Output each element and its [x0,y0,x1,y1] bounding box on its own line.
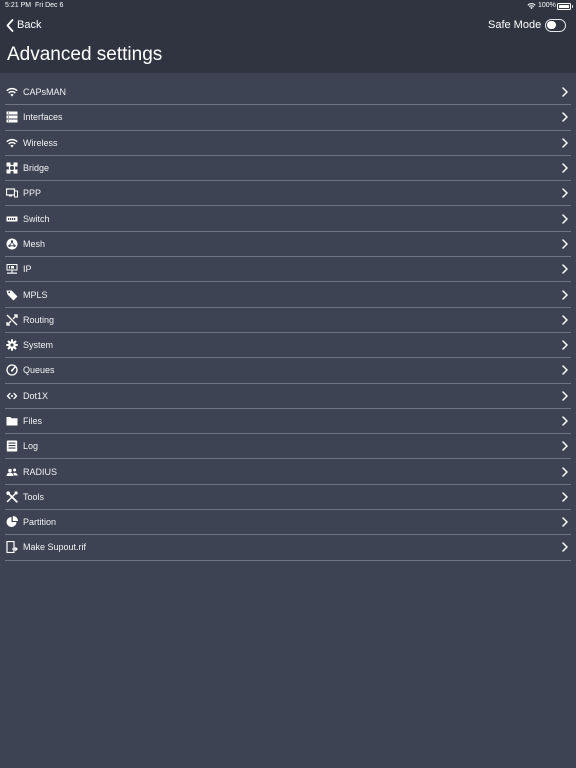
users-icon [6,466,18,478]
menu-item-tools[interactable]: Tools [5,485,571,511]
chevron-right-icon [562,390,568,401]
status-bar: 5:21 PM Fri Dec 6 100% [0,0,576,12]
menu-item-label: Queues [23,365,55,376]
status-date: Fri Dec 6 [35,2,64,9]
toggle-knob [547,20,556,29]
chevron-right-icon [562,466,568,477]
menu-item-system[interactable]: System [5,333,571,359]
menu-item-ip[interactable]: IP [5,257,571,283]
chevron-right-icon [562,315,568,325]
chevron-right-icon [562,87,568,97]
menu-item-label: CAPsMAN [23,87,67,98]
chevron-right-icon [562,188,568,199]
menu-item-label: Dot1X [23,390,49,401]
chevron-left-icon [6,18,14,32]
menu-item-bridge[interactable]: Bridge [5,156,571,182]
menu-item-label: Bridge [23,163,50,174]
menu-item-files[interactable]: Files [5,409,571,435]
routing-icon [6,314,18,326]
mesh-icon [6,238,18,250]
dot1x-icon [6,390,18,402]
wifi-icon [6,137,18,149]
wifi-icon [6,86,18,98]
menu-item-routing[interactable]: Routing [5,308,571,333]
chevron-right-icon [562,137,568,148]
menu-item-ppp[interactable]: PPP [5,181,571,207]
chevron-right-icon [562,239,568,249]
switch-icon [6,213,18,225]
menu-item-wireless[interactable]: Wireless [5,131,571,156]
menu-item-interfaces[interactable]: Interfaces [5,105,571,131]
chevron-right-icon [562,365,568,376]
safe-mode-control: Safe Mode [488,17,567,33]
back-button[interactable]: Back [6,17,41,33]
menu-item-label: Mesh [23,238,46,249]
menu-item-mpls[interactable]: MPLS [5,282,571,308]
safe-mode-label: Safe Mode [488,19,542,31]
chevron-right-icon [562,163,568,173]
menu-item-queues[interactable]: Queues [5,358,571,384]
battery-percent: 100% [538,2,556,9]
pie-icon [6,516,18,528]
menu-item-label: Make Supout.rif [23,542,87,553]
menu-item-label: System [23,340,54,351]
chevron-right-icon [562,264,568,274]
menu-item-label: Files [23,416,43,426]
tools-icon [6,491,18,503]
menu-item-label: MPLS [23,289,48,300]
folder-icon [6,415,18,427]
bridge-icon [6,162,18,174]
chevron-right-icon [562,517,568,527]
log-icon [6,440,18,452]
menu-item-label: IP [23,264,32,275]
menu-item-label: PPP [23,188,42,199]
menu-item-log[interactable]: Log [5,434,571,460]
menu-item-dot1x[interactable]: Dot1X [5,384,571,409]
ppp-icon [6,187,18,199]
chevron-right-icon [562,441,568,452]
back-label: Back [17,19,42,31]
menu-item-partition[interactable]: Partition [5,510,571,536]
ip-icon [6,263,18,275]
menu-item-label: Interfaces [23,112,63,123]
gauge-icon [6,364,18,377]
supout-icon [6,541,18,554]
wifi-icon [527,2,536,10]
safe-mode-toggle[interactable] [545,18,567,32]
chevron-right-icon [562,542,568,553]
menu-item-make-supout[interactable]: Make Supout.rif [5,535,571,561]
header-bar: 5:21 PM Fri Dec 6 100% Back Safe Mode Ad… [0,0,576,73]
menu-item-label: Tools [23,491,45,502]
chevron-right-icon [562,112,568,123]
menu-item-mesh[interactable]: Mesh [5,232,571,258]
chevron-right-icon [562,492,568,502]
menu-item-radius[interactable]: RADIUS [5,459,571,485]
gear-icon [6,339,18,351]
battery-icon [557,3,573,10]
chevron-right-icon [562,213,568,224]
chevron-right-icon [562,289,568,300]
chevron-right-icon [562,340,568,350]
menu-item-label: Wireless [23,137,58,148]
tag-icon [6,289,18,301]
menu-item-label: RADIUS [23,466,58,477]
menu-item-label: Switch [23,213,50,224]
settings-menu: CAPsMAN Interfaces Wireless Bridge PPP S [5,80,571,561]
status-time: 5:21 PM [5,2,32,9]
page-title: Advanced settings [7,44,163,65]
menu-item-label: Log [23,441,39,452]
interfaces-icon [6,111,18,123]
menu-item-label: Partition [23,517,57,528]
menu-item-switch[interactable]: Switch [5,206,571,232]
menu-item-capsman[interactable]: CAPsMAN [5,80,571,106]
menu-item-label: Routing [23,314,55,325]
chevron-right-icon [562,416,568,426]
